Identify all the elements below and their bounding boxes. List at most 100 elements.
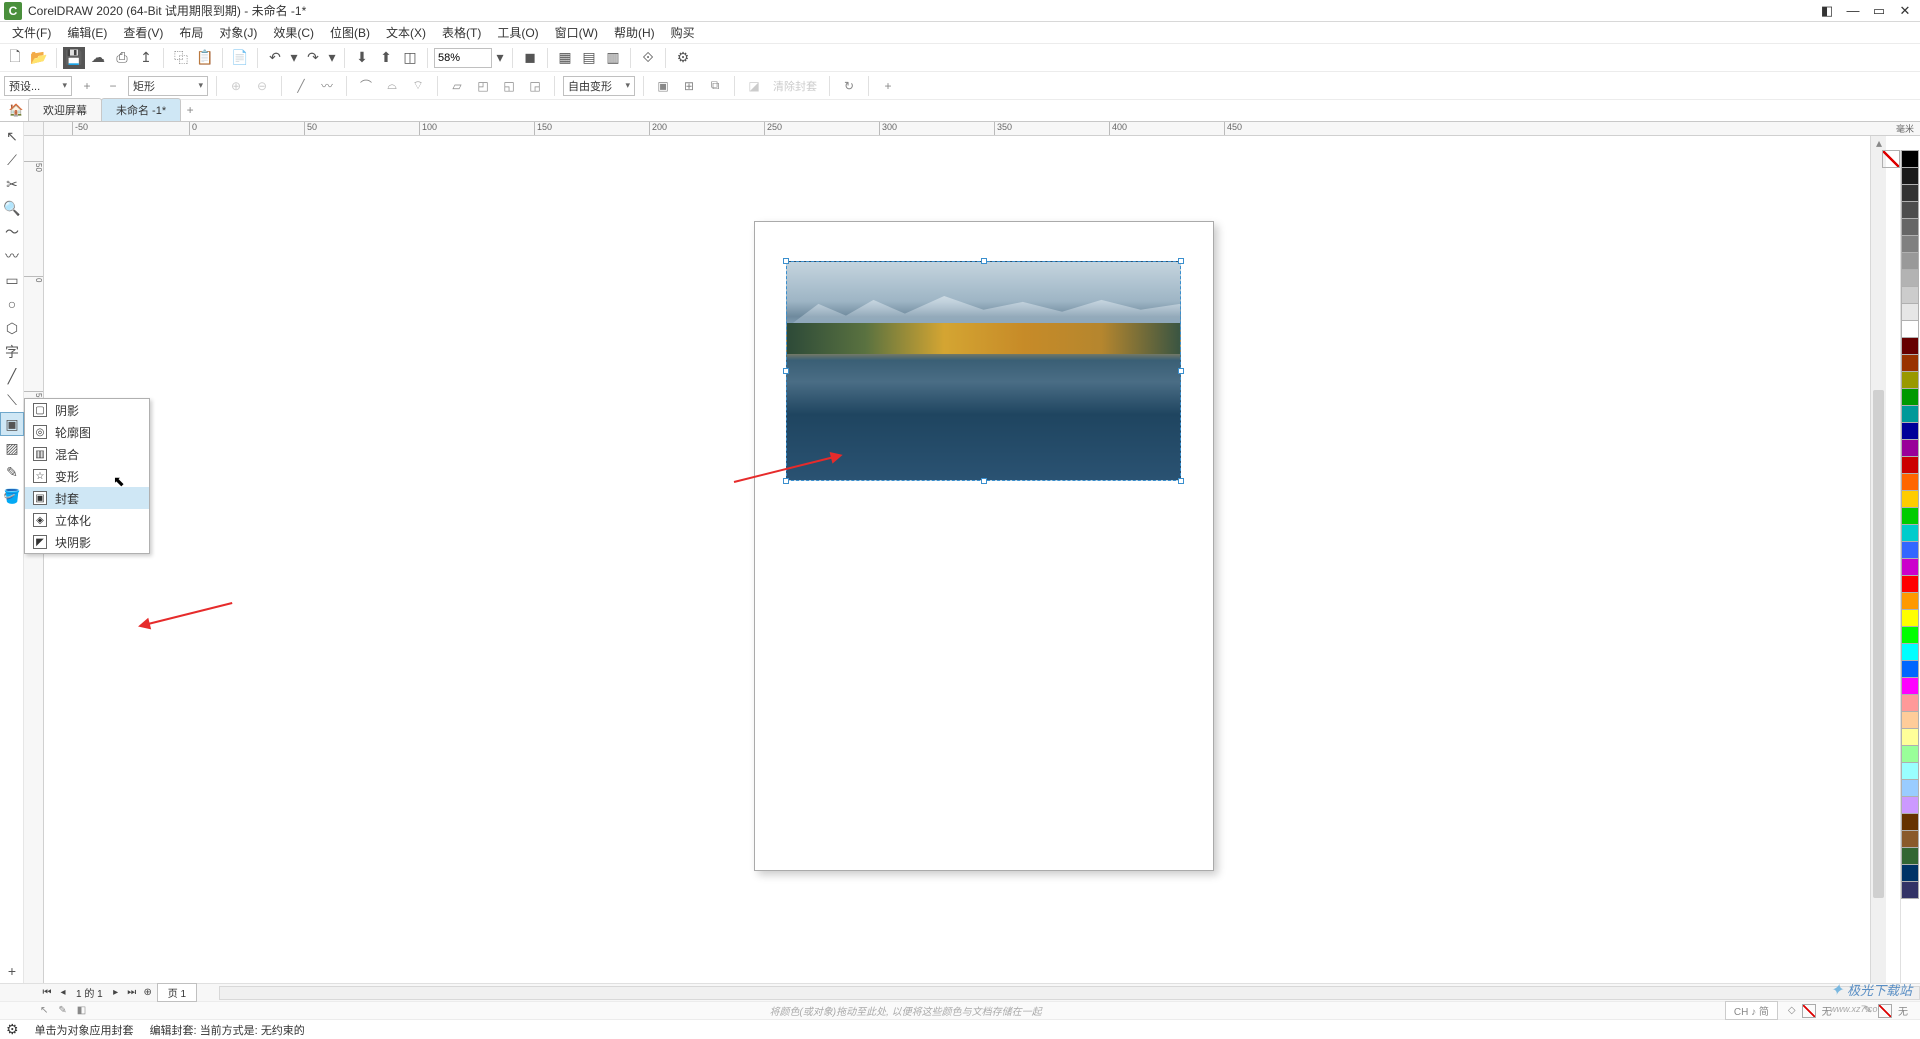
freehand-tool[interactable]: 〜 (0, 220, 24, 244)
export-image-button[interactable]: ⬆ (375, 47, 397, 69)
sign-in-icon[interactable]: ◧ (1818, 2, 1836, 20)
color-swatch[interactable] (1901, 150, 1919, 168)
rectangle-tool[interactable]: ▭ (0, 268, 24, 292)
flyout-block-shadow[interactable]: ◤块阴影 (25, 531, 149, 553)
artistic-media-tool[interactable]: 〰 (0, 244, 24, 268)
selected-image-object[interactable] (786, 261, 1181, 481)
polygon-tool[interactable]: ⬡ (0, 316, 24, 340)
color-swatch[interactable] (1901, 456, 1919, 474)
add-preset-button[interactable]: + (76, 75, 98, 97)
color-swatch[interactable] (1901, 745, 1919, 763)
add-new-icon[interactable]: ⊞ (678, 75, 700, 97)
flyout-shadow[interactable]: ▢阴影 (25, 399, 149, 421)
full-screen-button[interactable]: ◼ (519, 47, 541, 69)
color-swatch[interactable] (1901, 337, 1919, 355)
redo-dropdown[interactable]: ▾ (326, 47, 338, 69)
smooth-node-icon[interactable]: ⌓ (381, 75, 403, 97)
ellipse-tool[interactable]: ○ (0, 292, 24, 316)
menu-view[interactable]: 查看(V) (115, 22, 171, 43)
next-page-button[interactable]: ▸ (109, 986, 123, 1000)
grid-button[interactable]: ▤ (578, 47, 600, 69)
quick-customize-button[interactable]: + (877, 75, 899, 97)
double-arc-mode-icon[interactable]: ◱ (498, 75, 520, 97)
eyedropper-tool[interactable]: ✎ (0, 460, 24, 484)
color-swatch[interactable] (1901, 694, 1919, 712)
quick-customize-icon[interactable]: + (0, 959, 24, 983)
color-swatch[interactable] (1901, 167, 1919, 185)
cusp-node-icon[interactable]: ⌒ (355, 75, 377, 97)
color-swatch[interactable] (1901, 813, 1919, 831)
redo-button[interactable]: ↷ (302, 47, 324, 69)
flyout-extrude[interactable]: ◈立体化 (25, 509, 149, 531)
selection-handle-tr[interactable] (1178, 258, 1184, 264)
fill-tool[interactable]: 🪣 (0, 484, 24, 508)
canvas[interactable] (44, 136, 1920, 983)
connector-tool[interactable]: ⟍ (0, 388, 24, 412)
ime-indicator[interactable]: CH ♪ 简 (1725, 1001, 1778, 1020)
page-tab-1[interactable]: 页 1 (157, 983, 197, 1002)
create-from-icon[interactable]: ◪ (743, 75, 765, 97)
horizontal-ruler[interactable]: -50 0 50 100 150 200 250 300 350 400 450 (44, 122, 1920, 136)
fill-swatch[interactable] (1802, 1004, 1816, 1018)
new-button[interactable]: 🗋 (4, 47, 26, 69)
zoom-dropdown[interactable]: ▾ (494, 47, 506, 69)
color-swatch[interactable] (1901, 609, 1919, 627)
menu-bitmap[interactable]: 位图(B) (322, 22, 378, 43)
color-swatch[interactable] (1901, 184, 1919, 202)
copy-button[interactable]: ⿻ (170, 47, 192, 69)
color-swatch[interactable] (1901, 575, 1919, 593)
color-swatch[interactable] (1901, 558, 1919, 576)
save-button[interactable]: 💾 (63, 47, 85, 69)
first-page-button[interactable]: ⏮ (40, 986, 54, 1000)
color-swatch[interactable] (1901, 235, 1919, 253)
tab-document[interactable]: 未命名 -1* (101, 98, 181, 121)
paste-button[interactable]: 📋 (194, 47, 216, 69)
menu-edit[interactable]: 编辑(E) (59, 22, 115, 43)
color-swatch[interactable] (1901, 864, 1919, 882)
publish-button[interactable]: ◫ (399, 47, 421, 69)
color-swatch[interactable] (1901, 881, 1919, 899)
rulers-button[interactable]: ▦ (554, 47, 576, 69)
shape-combo[interactable]: 矩形 (128, 76, 208, 96)
color-swatch[interactable] (1901, 303, 1919, 321)
menu-layout[interactable]: 布局 (171, 22, 211, 43)
color-swatch[interactable] (1901, 388, 1919, 406)
no-fill-swatch[interactable] (1882, 150, 1900, 168)
symmetric-node-icon[interactable]: ⌔ (407, 75, 429, 97)
menu-object[interactable]: 对象(J) (211, 22, 265, 43)
color-swatch[interactable] (1901, 592, 1919, 610)
color-swatch[interactable] (1901, 643, 1919, 661)
undo-button[interactable]: ↶ (264, 47, 286, 69)
tab-new-button[interactable]: + (180, 99, 200, 121)
color-swatch[interactable] (1901, 422, 1919, 440)
refresh-icon[interactable]: ↻ (838, 75, 860, 97)
color-swatch[interactable] (1901, 677, 1919, 695)
color-swatch[interactable] (1901, 779, 1919, 797)
color-swatch[interactable] (1901, 201, 1919, 219)
vertical-scrollbar[interactable]: ▴ (1870, 136, 1886, 983)
tab-home-icon[interactable]: 🏠 (4, 99, 28, 121)
open-button[interactable]: 📂 (28, 47, 50, 69)
effects-tool[interactable]: ▣ (0, 412, 24, 436)
line-tool-icon[interactable]: ╱ (290, 75, 312, 97)
undo-dropdown[interactable]: ▾ (288, 47, 300, 69)
clipboard-button[interactable]: 📄 (229, 47, 251, 69)
tab-welcome[interactable]: 欢迎屏幕 (28, 98, 102, 121)
color-swatch[interactable] (1901, 728, 1919, 746)
menu-table[interactable]: 表格(T) (434, 22, 489, 43)
options-button[interactable]: ⚙ (672, 47, 694, 69)
menu-window[interactable]: 窗口(W) (547, 22, 606, 43)
guidelines-button[interactable]: ▥ (602, 47, 624, 69)
export-button[interactable]: ↥ (135, 47, 157, 69)
color-swatch[interactable] (1901, 286, 1919, 304)
color-swatch[interactable] (1901, 660, 1919, 678)
scrollbar-thumb[interactable] (1873, 390, 1884, 898)
unconstrained-mode-icon[interactable]: ◲ (524, 75, 546, 97)
crop-tool[interactable]: ✂ (0, 172, 24, 196)
remove-preset-button[interactable]: − (102, 75, 124, 97)
color-swatch[interactable] (1901, 490, 1919, 508)
prev-page-button[interactable]: ◂ (56, 986, 70, 1000)
selection-handle-bl[interactable] (783, 478, 789, 484)
color-swatch[interactable] (1901, 541, 1919, 559)
color-swatch[interactable] (1901, 473, 1919, 491)
